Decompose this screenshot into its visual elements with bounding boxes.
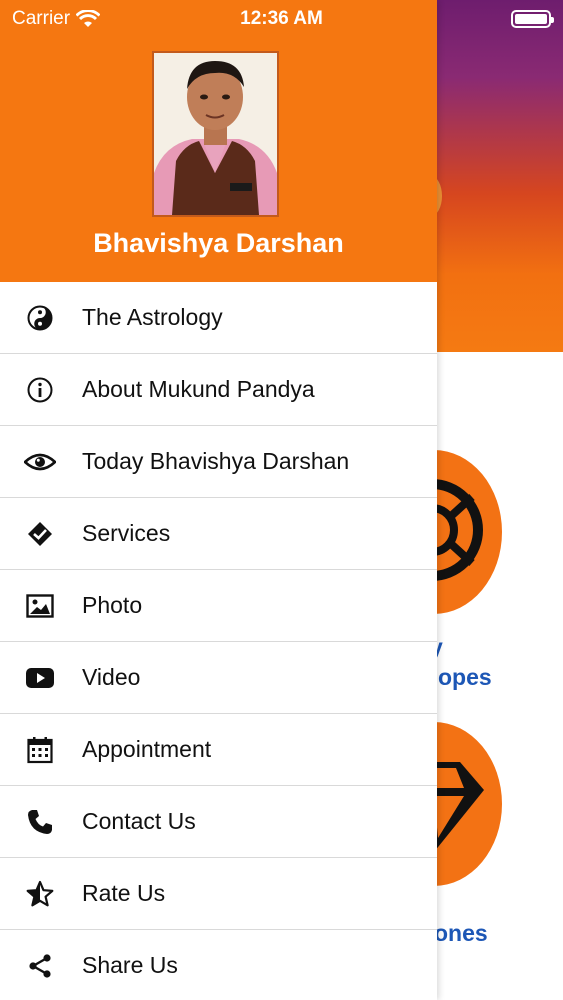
menu-label: Today Bhavishya Darshan [82,448,350,474]
menu-label: The Astrology [82,304,223,330]
menu-item-video[interactable]: Video [0,642,437,714]
calendar-icon [0,736,82,764]
eye-icon [0,451,82,473]
menu-item-photo[interactable]: Photo [0,570,437,642]
menu-item-services[interactable]: Services [0,498,437,570]
youtube-icon [0,667,82,688]
menu-label: Services [82,520,171,546]
drawer-menu: The Astrology About Mukund Pandya Today … [0,282,437,1000]
status-time: 12:36 AM [240,8,323,29]
menu-item-rate-us[interactable]: Rate Us [0,858,437,930]
menu-label: Rate Us [82,880,166,906]
phone-icon [0,809,82,835]
layers-check-icon [0,520,82,548]
horoscope-caption-line2: opes [438,664,492,690]
info-icon [0,377,82,403]
menu-label: Contact Us [82,808,196,834]
menu-item-appointment[interactable]: Appointment [0,714,437,786]
yin-yang-icon [0,305,82,331]
profile-photo [152,51,279,217]
navigation-drawer: Bhavishya Darshan The Astrology About Mu… [0,0,437,1000]
photo-icon [0,593,82,618]
menu-item-contact-us[interactable]: Contact Us [0,786,437,858]
menu-label: Appointment [82,736,212,762]
menu-item-the-astrology[interactable]: The Astrology [0,282,437,354]
star-half-icon [0,880,82,908]
share-icon [0,953,82,979]
menu-label: Video [82,664,141,690]
menu-label: Photo [82,592,143,618]
status-bar: Carrier 12:36 AM [0,0,563,38]
menu-item-about[interactable]: About Mukund Pandya [0,354,437,426]
menu-label: About Mukund Pandya [82,376,315,402]
gemstones-caption: ones [434,920,488,946]
menu-label: Share Us [82,952,178,978]
menu-item-share-us[interactable]: Share Us [0,930,437,1000]
battery-icon [511,10,554,28]
menu-item-today-bhavishya-darshan[interactable]: Today Bhavishya Darshan [0,426,437,498]
drawer-header: Bhavishya Darshan [0,0,437,282]
drawer-title: Bhavishya Darshan [93,228,344,258]
